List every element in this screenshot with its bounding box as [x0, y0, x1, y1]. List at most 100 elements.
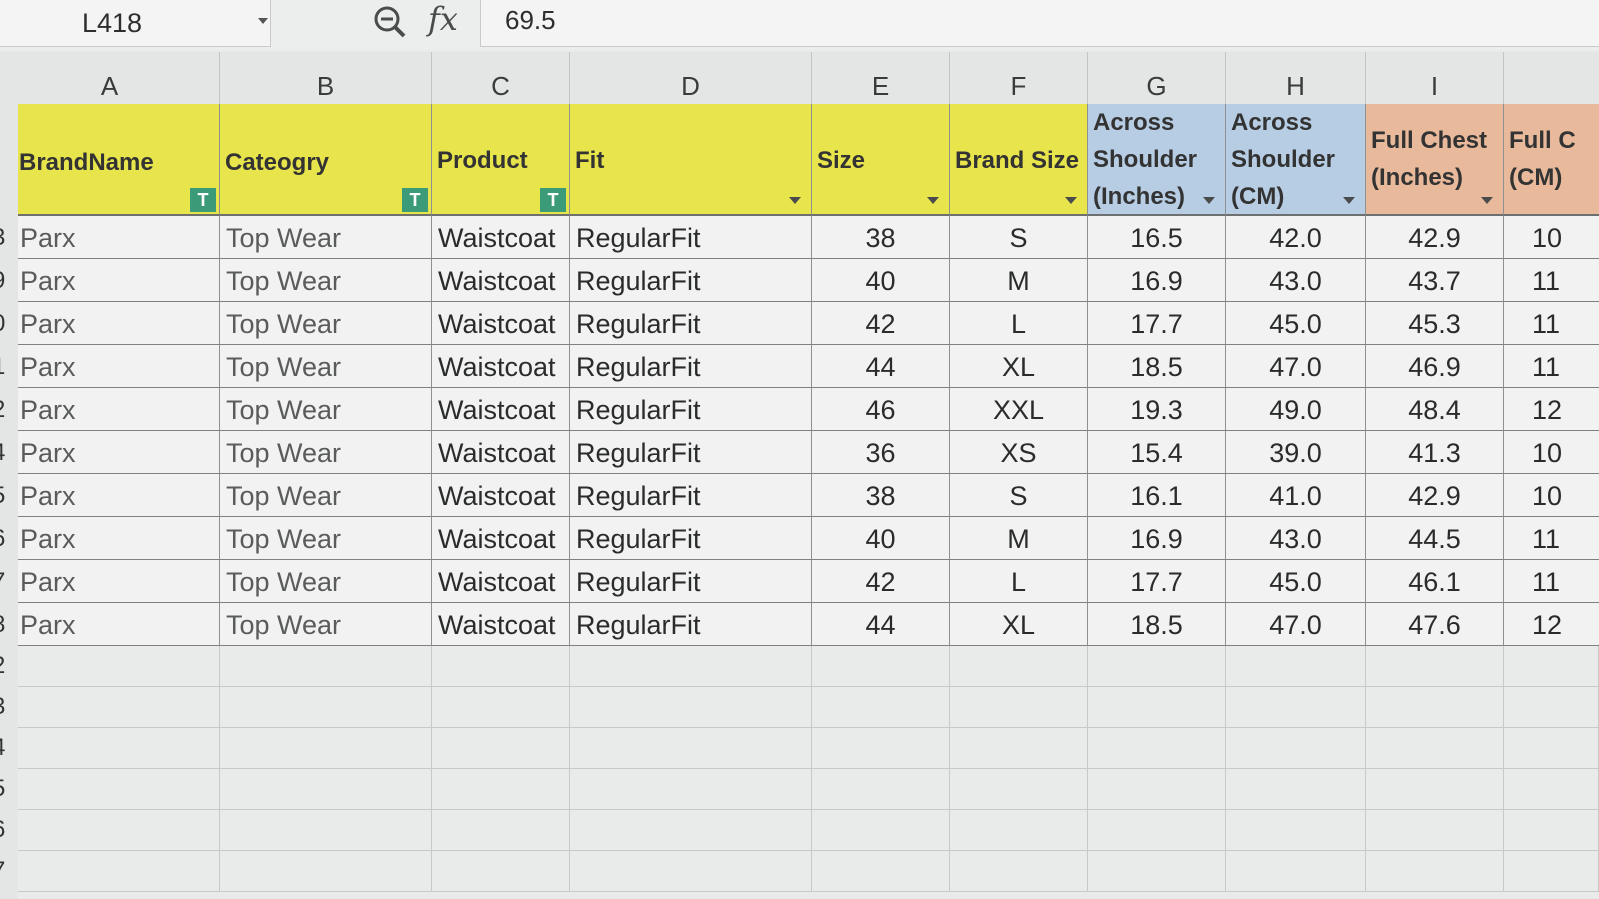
header-across-shoulder-inches[interactable]: Across Shoulder (Inches) — [1088, 104, 1226, 216]
row-number[interactable]: 5 — [0, 775, 18, 803]
row-number[interactable]: 6 — [0, 525, 18, 553]
filter-dropdown-icon[interactable] — [1196, 188, 1222, 212]
empty-cell[interactable] — [1504, 728, 1599, 769]
cell-chest-cm[interactable]: 11 — [1504, 345, 1599, 388]
cell-shoulder-cm[interactable]: 47.0 — [1226, 345, 1366, 388]
empty-cell[interactable] — [812, 646, 950, 687]
cell-chest-inches[interactable]: 43.7 — [1366, 259, 1504, 302]
empty-cell[interactable] — [1088, 769, 1226, 810]
cell-category[interactable]: Top Wear — [220, 388, 432, 431]
cell-fit[interactable]: RegularFit — [570, 560, 812, 603]
cell-shoulder-cm[interactable]: 45.0 — [1226, 302, 1366, 345]
cell-chest-inches[interactable]: 45.3 — [1366, 302, 1504, 345]
cell-brand-size[interactable]: M — [950, 517, 1088, 560]
cell-product[interactable]: Waistcoat — [432, 560, 570, 603]
empty-cell[interactable] — [950, 851, 1088, 892]
cell-shoulder-inches[interactable]: 18.5 — [1088, 603, 1226, 646]
cell-size[interactable]: 42 — [812, 560, 950, 603]
empty-cell[interactable] — [1504, 646, 1599, 687]
cell-brandname[interactable]: Parx — [14, 474, 220, 517]
empty-cell[interactable] — [1088, 646, 1226, 687]
empty-cell[interactable] — [432, 769, 570, 810]
cell-shoulder-inches[interactable]: 19.3 — [1088, 388, 1226, 431]
cell-brandname[interactable]: Parx — [14, 302, 220, 345]
cell-size[interactable]: 44 — [812, 345, 950, 388]
empty-cell[interactable] — [1504, 687, 1599, 728]
cell-size[interactable]: 38 — [812, 474, 950, 517]
empty-cell[interactable] — [950, 646, 1088, 687]
row-number[interactable]: 2 — [0, 652, 18, 680]
header-fit[interactable]: Fit — [570, 104, 812, 216]
cell-shoulder-cm[interactable]: 41.0 — [1226, 474, 1366, 517]
empty-cell[interactable] — [14, 769, 220, 810]
empty-cell[interactable] — [1226, 687, 1366, 728]
row-number[interactable]: 1 — [0, 353, 18, 381]
name-box[interactable]: L418 — [0, 0, 271, 47]
empty-cell[interactable] — [950, 687, 1088, 728]
empty-cell[interactable] — [14, 646, 220, 687]
cell-brandname[interactable]: Parx — [14, 603, 220, 646]
cell-brandname[interactable]: Parx — [14, 517, 220, 560]
header-across-shoulder-cm[interactable]: Across Shoulder (CM) — [1226, 104, 1366, 216]
cell-shoulder-cm[interactable]: 43.0 — [1226, 259, 1366, 302]
header-full-chest-cm[interactable]: Full C (CM) — [1504, 104, 1599, 216]
cell-brand-size[interactable]: S — [950, 474, 1088, 517]
column-header-b[interactable]: B — [220, 52, 432, 104]
empty-cell[interactable] — [570, 728, 812, 769]
cell-shoulder-cm[interactable]: 39.0 — [1226, 431, 1366, 474]
empty-cell[interactable] — [1088, 851, 1226, 892]
cell-chest-cm[interactable]: 11 — [1504, 302, 1599, 345]
empty-cell[interactable] — [950, 810, 1088, 851]
header-category[interactable]: Cateogry T — [220, 104, 432, 216]
cell-category[interactable]: Top Wear — [220, 431, 432, 474]
cell-brand-size[interactable]: L — [950, 560, 1088, 603]
cell-category[interactable]: Top Wear — [220, 302, 432, 345]
empty-cell[interactable] — [570, 687, 812, 728]
empty-cell[interactable] — [1366, 769, 1504, 810]
cell-shoulder-cm[interactable]: 43.0 — [1226, 517, 1366, 560]
fx-icon[interactable]: fx — [428, 0, 458, 38]
cell-category[interactable]: Top Wear — [220, 517, 432, 560]
column-header-c[interactable]: C — [432, 52, 570, 104]
empty-cell[interactable] — [570, 769, 812, 810]
cell-category[interactable]: Top Wear — [220, 216, 432, 259]
cell-chest-inches[interactable]: 46.9 — [1366, 345, 1504, 388]
cell-chest-inches[interactable]: 42.9 — [1366, 474, 1504, 517]
cell-shoulder-cm[interactable]: 49.0 — [1226, 388, 1366, 431]
cell-chest-cm[interactable]: 11 — [1504, 517, 1599, 560]
cell-category[interactable]: Top Wear — [220, 474, 432, 517]
row-number[interactable]: 4 — [0, 439, 18, 467]
row-number[interactable]: 9 — [0, 267, 18, 295]
cell-shoulder-inches[interactable]: 15.4 — [1088, 431, 1226, 474]
cell-chest-cm[interactable]: 10 — [1504, 216, 1599, 259]
row-number[interactable]: 8 — [0, 611, 18, 639]
empty-cell[interactable] — [1366, 646, 1504, 687]
cell-category[interactable]: Top Wear — [220, 560, 432, 603]
cell-fit[interactable]: RegularFit — [570, 517, 812, 560]
empty-cell[interactable] — [1226, 810, 1366, 851]
empty-cell[interactable] — [220, 810, 432, 851]
cell-product[interactable]: Waistcoat — [432, 259, 570, 302]
header-brand-size[interactable]: Brand Size — [950, 104, 1088, 216]
cell-category[interactable]: Top Wear — [220, 259, 432, 302]
header-brandname[interactable]: BrandName T — [14, 104, 220, 216]
cell-product[interactable]: Waistcoat — [432, 345, 570, 388]
empty-cell[interactable] — [812, 810, 950, 851]
cell-chest-inches[interactable]: 48.4 — [1366, 388, 1504, 431]
empty-cell[interactable] — [570, 851, 812, 892]
empty-cell[interactable] — [432, 687, 570, 728]
cell-shoulder-inches[interactable]: 17.7 — [1088, 560, 1226, 603]
empty-cell[interactable] — [14, 810, 220, 851]
row-number[interactable]: 0 — [0, 310, 18, 338]
cell-size[interactable]: 36 — [812, 431, 950, 474]
empty-cell[interactable] — [1504, 810, 1599, 851]
cell-product[interactable]: Waistcoat — [432, 431, 570, 474]
column-header-h[interactable]: H — [1226, 52, 1366, 104]
zoom-out-icon[interactable] — [370, 2, 410, 42]
cell-product[interactable]: Waistcoat — [432, 474, 570, 517]
empty-cell[interactable] — [432, 646, 570, 687]
empty-cell[interactable] — [14, 851, 220, 892]
cell-category[interactable]: Top Wear — [220, 345, 432, 388]
cell-product[interactable]: Waistcoat — [432, 216, 570, 259]
cell-chest-inches[interactable]: 47.6 — [1366, 603, 1504, 646]
